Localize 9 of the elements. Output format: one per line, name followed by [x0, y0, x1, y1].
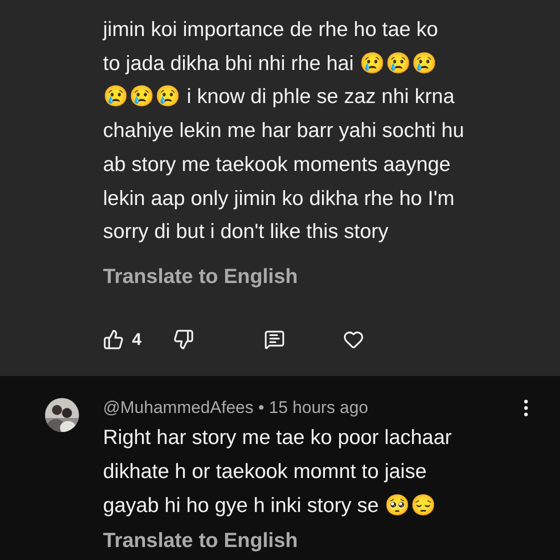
comment-text: Right har story me tae ko poor lachaar dikhate h or taekook momnt to jaise gayab hi ho gye h inki story se 🥺😔: [103, 425, 453, 519]
heart-icon[interactable]: [343, 329, 364, 350]
translate-link[interactable]: Translate to English: [103, 528, 515, 553]
reply-icon[interactable]: [264, 329, 286, 350]
dislike-icon[interactable]: [173, 329, 194, 350]
translate-link[interactable]: Translate to English: [103, 264, 515, 289]
comment-meta: @MuhammedAfees • 15 hours ago: [103, 397, 368, 420]
comment-text: jimin koi importance de rhe ho tae ko to jada dikha bhi nhi rhe hai 😢😢😢 😢😢😢 i know di phle se zaz nhi krna chahiye lekin me har barr yahi sochti hu ab story me taekook moments aaynge lekin aap only jimin ko dikha rhe ho I'm sorry di but i don't like this story: [103, 17, 466, 246]
like-button[interactable]: 4: [103, 326, 142, 352]
